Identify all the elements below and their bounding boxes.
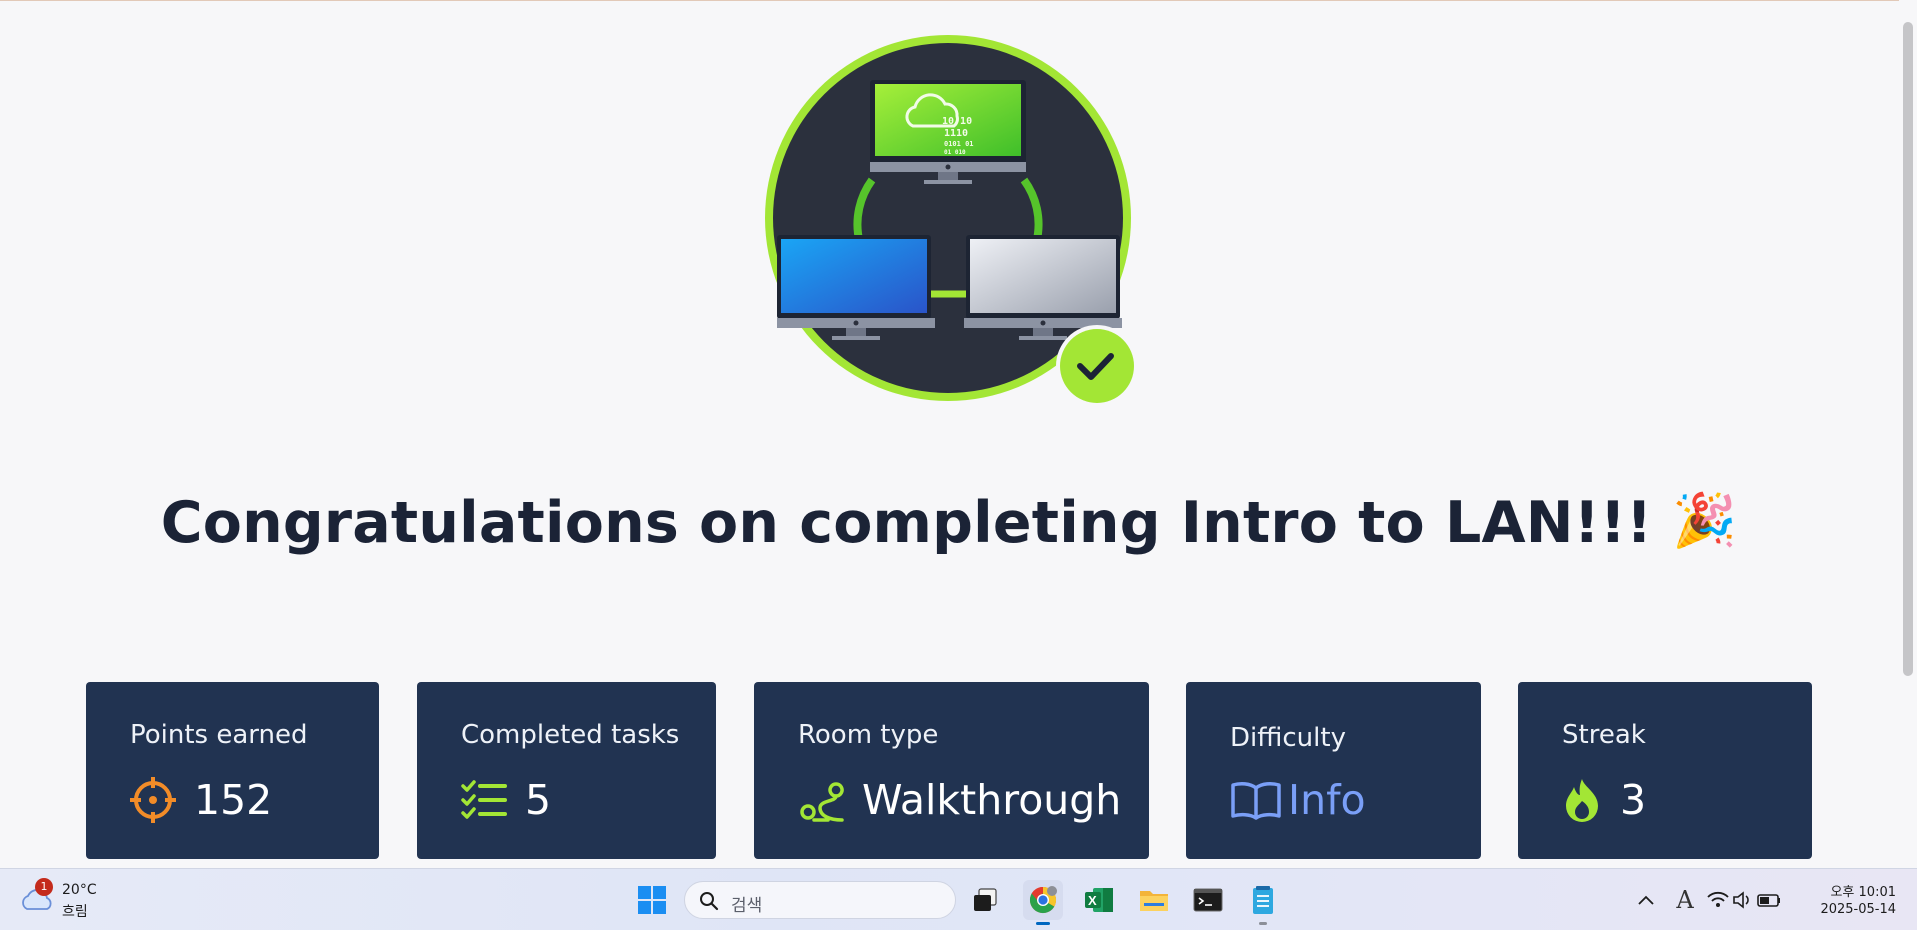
binary-text: 01 010 [944, 149, 966, 156]
tray-clock-date[interactable]: 2025-05-14 [1812, 902, 1896, 917]
binary-text: 1110 [944, 128, 968, 139]
volume-icon [1733, 891, 1749, 909]
stat-label: Points earned [130, 720, 308, 750]
binary-text: 0101 01 [944, 140, 974, 148]
stat-card-tasks: Completed tasks 5 [417, 682, 716, 859]
page-scrollbar[interactable] [1899, 0, 1917, 868]
weather-temperature[interactable]: 20°C [62, 882, 97, 898]
search-icon [700, 892, 719, 911]
stat-label: Room type [798, 720, 939, 750]
running-app-indicator [1259, 922, 1267, 925]
stat-value-points: 152 [194, 776, 273, 824]
stat-card-room-type: Room type Walkthrough [754, 682, 1149, 859]
wifi-icon [1707, 891, 1729, 907]
battery-icon [1757, 894, 1780, 907]
stat-label: Completed tasks [461, 720, 680, 750]
excel-icon[interactable]: X [1079, 880, 1119, 920]
flame-icon [1562, 777, 1602, 823]
weather-condition[interactable]: 흐림 [62, 901, 88, 921]
active-app-indicator [1036, 922, 1050, 925]
scrollbar-thumb[interactable] [1903, 22, 1913, 676]
stat-label: Streak [1562, 720, 1646, 750]
windows-start-icon[interactable] [632, 880, 672, 920]
file-explorer-icon[interactable] [1134, 880, 1174, 920]
headline-text: Congratulations on completing Intro to L… [160, 490, 1653, 556]
window-top-border [0, 0, 1917, 1]
room-completion-badge: 10 10 1110 0101 01 01 010 [760, 30, 1140, 410]
search-placeholder: 검색 [731, 896, 763, 916]
task-view-icon[interactable] [965, 880, 1005, 920]
binary-text: 10 10 [942, 116, 972, 127]
chevron-up-icon[interactable] [1626, 880, 1666, 920]
party-popper-icon: 🎉 [1672, 491, 1738, 551]
stat-value-streak: 3 [1620, 776, 1647, 824]
route-icon [798, 776, 844, 824]
stat-card-streak: Streak 3 [1518, 682, 1812, 859]
ime-indicator[interactable]: A [1665, 880, 1705, 920]
chrome-icon[interactable] [1023, 880, 1063, 920]
completion-headline: Congratulations on completing Intro to L… [0, 490, 1898, 556]
terminal-icon[interactable] [1188, 880, 1228, 920]
stat-value-tasks: 5 [525, 776, 552, 824]
weather-notification-badge: 1 [35, 878, 53, 896]
stat-label: Difficulty [1230, 723, 1346, 753]
taskbar-search-box[interactable]: 검색 [684, 881, 956, 919]
windows-taskbar: 1 20°C 흐림 검색 X A 오후 10:01 2025-05-14 [0, 868, 1917, 930]
stat-value-room-type: Walkthrough [862, 776, 1122, 824]
book-icon [1230, 780, 1282, 820]
tray-status-icons[interactable] [1705, 880, 1785, 920]
target-icon [130, 777, 176, 823]
stat-card-difficulty: Difficulty Info [1186, 682, 1481, 859]
notepad-icon[interactable] [1243, 880, 1283, 920]
stat-value-difficulty: Info [1288, 776, 1366, 824]
network-computers-illustration: 10 10 1110 0101 01 01 010 [765, 35, 1138, 407]
checkmark-icon [1056, 325, 1138, 407]
tray-clock-time[interactable]: 오후 10:01 [1812, 881, 1896, 900]
checklist-icon [461, 780, 507, 820]
stat-card-points: Points earned 152 [86, 682, 379, 859]
svg-text:X: X [1088, 893, 1097, 908]
